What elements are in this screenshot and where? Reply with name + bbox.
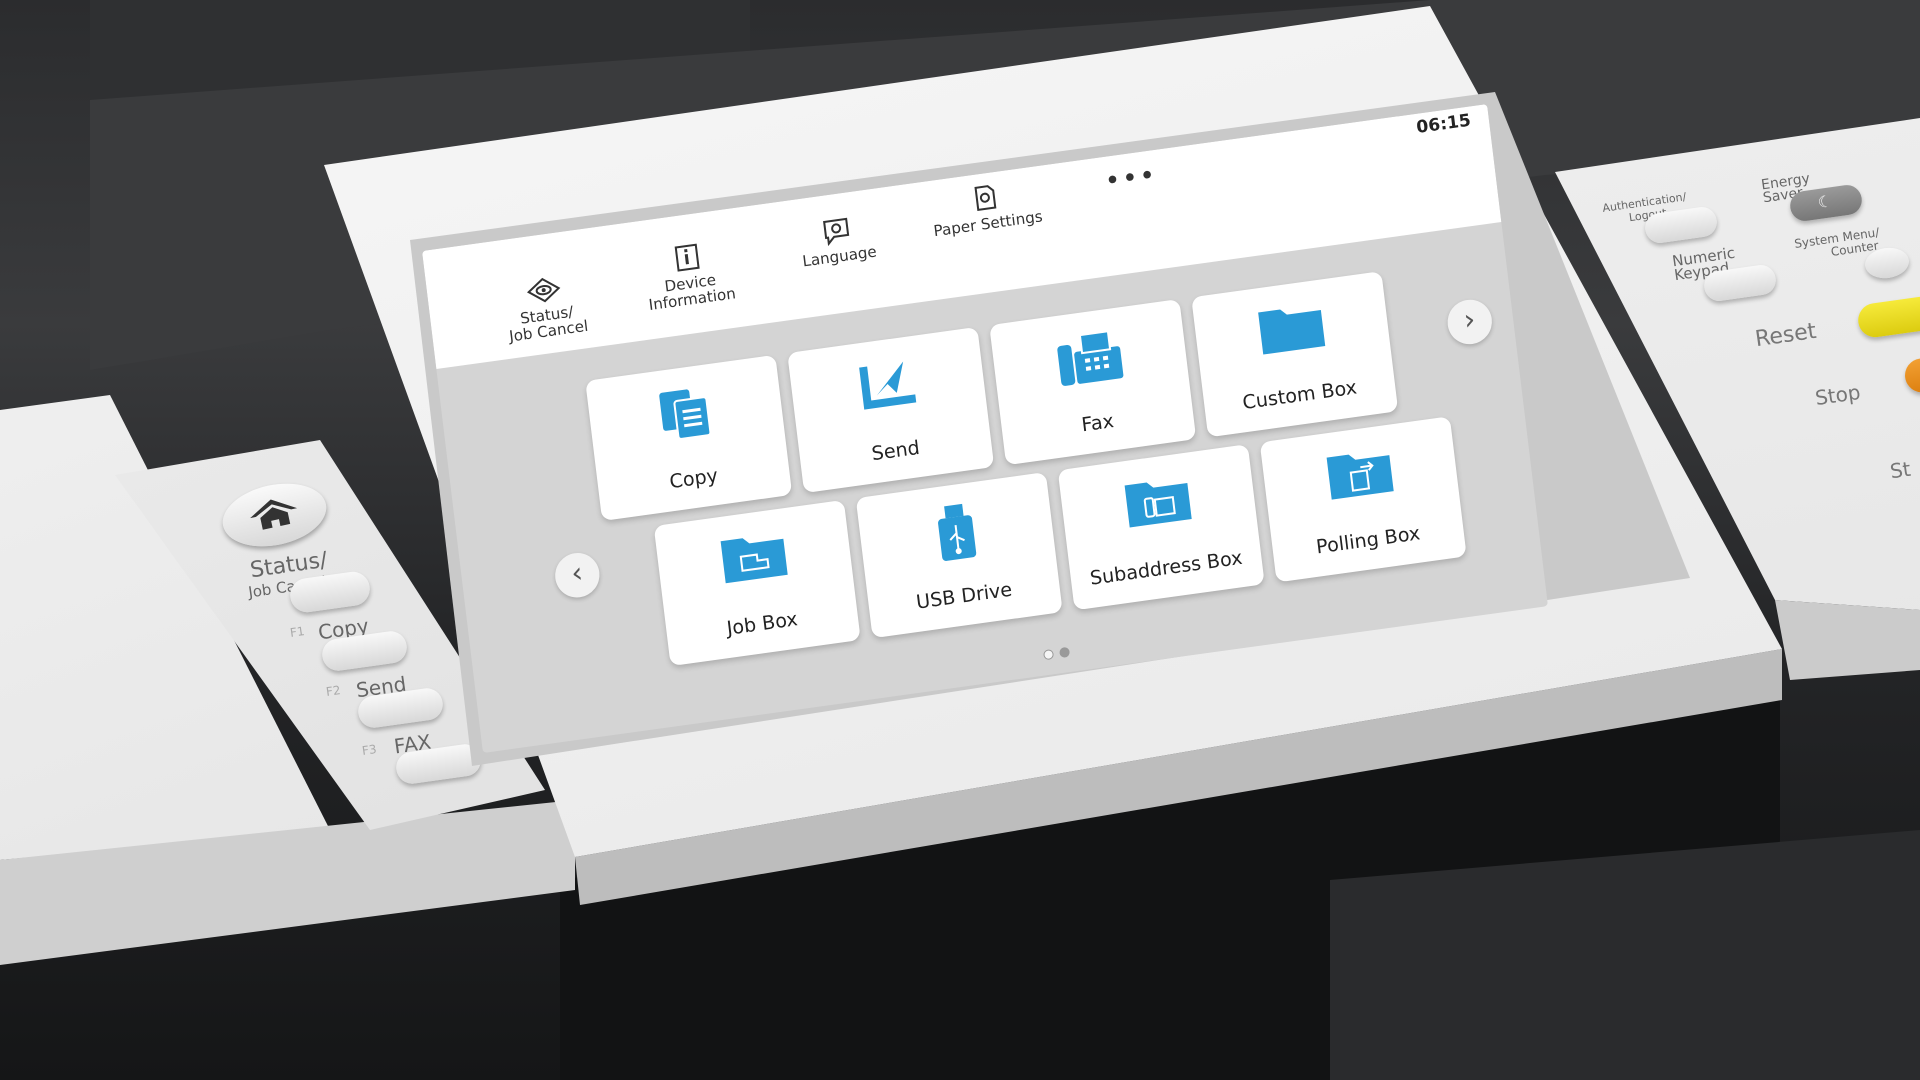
tile-job-box[interactable]: Job Box [653,499,861,667]
next-page-button[interactable]: › [1445,296,1495,347]
job-box-icon [720,538,788,584]
tile-fax[interactable]: Fax [989,299,1197,466]
fax-icon [1057,330,1124,386]
tile-label: Subaddress Box [1088,546,1244,590]
page-indicator [1039,641,1073,664]
send-icon [859,361,917,410]
shortcut-device-information[interactable]: Device Information [615,233,763,316]
page-dot-1 [1042,648,1055,661]
usb-icon [938,503,977,561]
eye-icon [526,277,561,303]
tile-label: Job Box [725,608,799,640]
folder-icon [1258,309,1326,355]
tile-label: Custom Box [1241,376,1359,415]
tile-usb-drive[interactable]: USB Drive [855,471,1063,639]
shortcut-paper-settings[interactable]: Paper Settings [913,174,1059,241]
f2-label: F2 [325,683,342,699]
moon-icon: ☾ [1816,191,1834,213]
tile-send[interactable]: Send [787,326,995,494]
more-shortcuts-button[interactable]: ••• [1103,160,1159,197]
tile-subaddress-box[interactable]: Subaddress Box [1057,444,1265,611]
copy-icon [659,389,712,440]
f1-label: F1 [289,624,306,640]
info-icon [674,243,700,272]
tile-label: Copy [668,464,720,494]
tile-label: Polling Box [1314,522,1422,559]
subaddress-box-icon [1124,482,1192,528]
f3-label: F3 [361,742,378,758]
tile-label: USB Drive [914,578,1014,614]
tile-custom-box[interactable]: Custom Box [1191,271,1399,438]
polling-box-icon [1326,454,1394,500]
home-icon [250,499,298,530]
tile-copy[interactable]: Copy [585,354,793,521]
tile-polling-box[interactable]: Polling Box [1259,416,1467,583]
clock: 06:15 [1415,110,1472,138]
previous-page-button[interactable]: ‹ [552,550,602,601]
language-icon [823,217,850,247]
shortcut-language[interactable]: Language [765,207,911,274]
shortcut-status-job-cancel[interactable]: Status/ Job Cancel [472,267,620,348]
tile-label: Send [870,436,921,466]
paper-settings-icon [974,185,997,211]
page-dot-2 [1058,646,1071,659]
start-label: St [1888,456,1913,484]
tile-label: Fax [1080,409,1116,437]
